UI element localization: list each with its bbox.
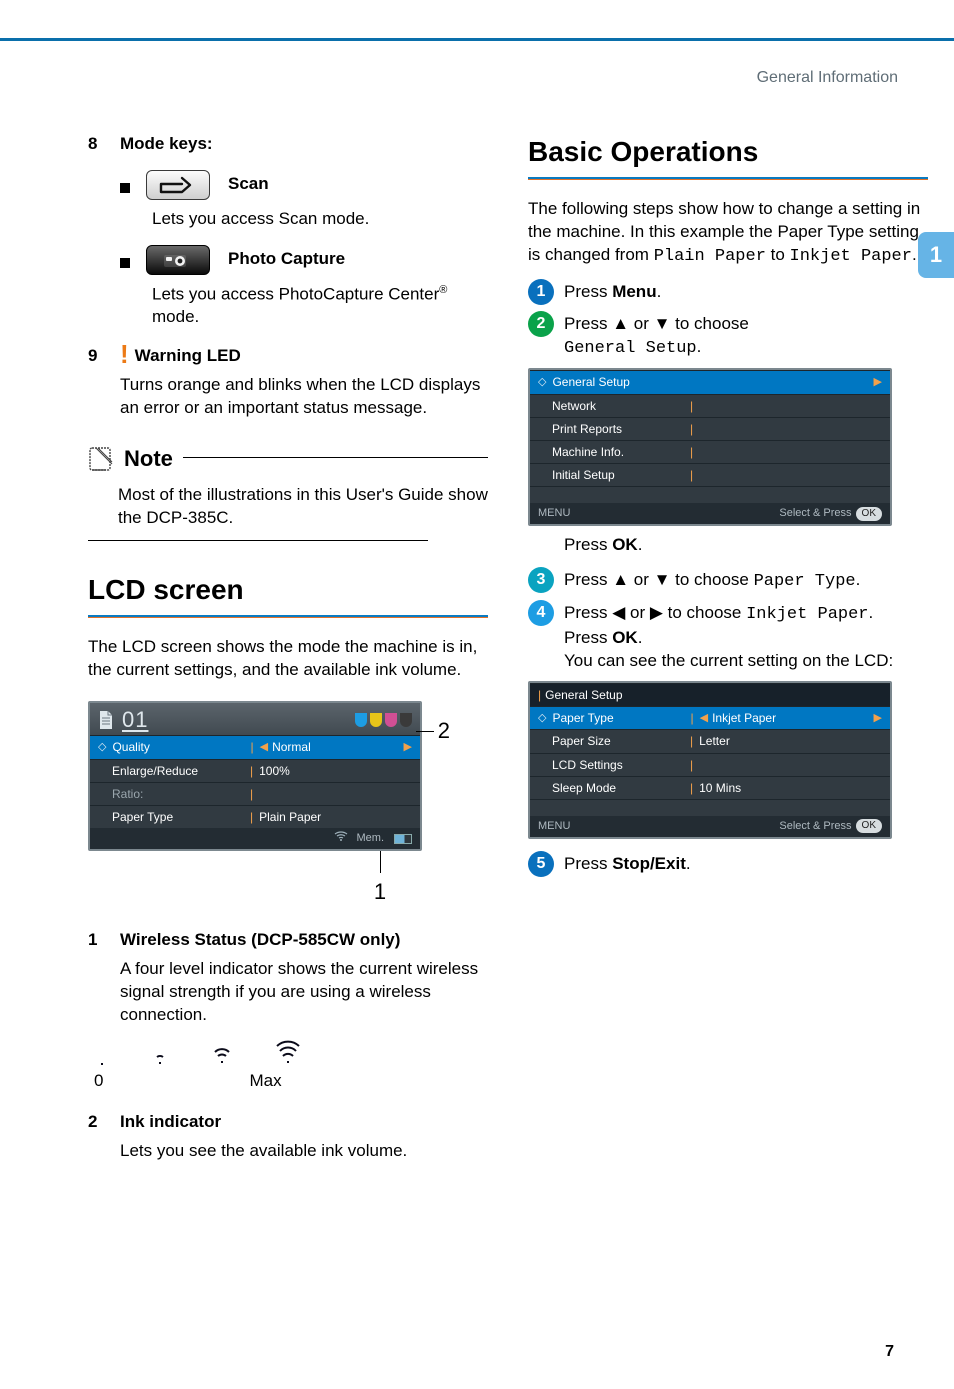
note-icon [88, 446, 114, 472]
lcd2-title: | General Setup [530, 683, 890, 706]
arrow-left-icon: ◀ [612, 603, 625, 622]
basic-ops-intro: The following steps show how to change a… [528, 198, 928, 269]
note-heading: Note [88, 444, 488, 474]
left-column: 8 Mode keys: Scan Lets you access Scan m… [88, 133, 488, 1163]
lcd-row-papertype: Paper Type | Plain Paper [90, 805, 420, 828]
photo-capture-label: Photo Capture [228, 248, 345, 271]
lcd-row-enlarge: Enlarge/Reduce | 100% [90, 759, 420, 782]
step-5: 5 Press Stop/Exit. [528, 851, 928, 877]
lcd-menu-panel-1: ◇ General Setup ▶ Network| Print Reports… [528, 368, 892, 526]
lcd2-row-paper-type: ◇ Paper Type | ◀ Inkjet Paper ▶ [530, 706, 890, 729]
step-1: 1 Press Menu. [528, 279, 928, 305]
sub1-number: 1 [88, 929, 110, 952]
note-text: Most of the illustrations in this User's… [118, 484, 488, 530]
arrow-right-icon: ▶ [404, 740, 412, 755]
page-header: General Information [0, 41, 954, 87]
lcd2-row-lcd-settings: LCD Settings| [530, 753, 890, 776]
step-5-badge: 5 [528, 851, 554, 877]
wifi-level-diagram [88, 1034, 488, 1066]
warning-icon: ! [120, 345, 129, 363]
scan-label: Scan [228, 173, 269, 196]
item8-title: Mode keys: [120, 133, 213, 156]
ok-indicator: OK [856, 819, 882, 833]
lcd-row-network: Network| [530, 394, 890, 417]
lcd-section-title: LCD screen [88, 571, 488, 609]
photo-capture-key-button [146, 245, 210, 275]
sub2-desc: Lets you see the available ink volume. [120, 1140, 488, 1163]
step-2: 2 Press ▲ or ▼ to choose General Setup. [528, 311, 928, 361]
sub1-title: Wireless Status (DCP-585CW only) [120, 929, 400, 952]
wifi-icon [334, 831, 348, 846]
lcd-mem-label: Mem. [357, 831, 385, 846]
callout-2-leader: 2 [416, 716, 450, 746]
arrow-up-icon: ▲ [612, 314, 629, 333]
step-4-badge: 4 [528, 600, 554, 626]
bullet-icon [120, 258, 130, 268]
wifi-scale-min: 0 [94, 1070, 103, 1093]
step-3: 3 Press ▲ or ▼ to choose Paper Type. [528, 567, 928, 594]
updown-icon: ◇ [538, 375, 546, 390]
note-title: Note [124, 444, 173, 474]
updown-icon: ◇ [98, 740, 106, 755]
sub1-heading: 1 Wireless Status (DCP-585CW only) [88, 929, 488, 952]
arrow-left-icon: ◀ [260, 740, 268, 755]
arrow-right-icon: ▶ [650, 603, 663, 622]
ok-indicator: OK [856, 507, 882, 521]
sub2-number: 2 [88, 1111, 110, 1134]
lcd-row-machine-info: Machine Info.| [530, 440, 890, 463]
lcd-row-initial-setup: Initial Setup| [530, 463, 890, 486]
bullet-icon [120, 183, 130, 193]
step-4: 4 Press ◀ or ▶ to choose Inkjet Paper. P… [528, 600, 928, 673]
item9-number: 9 [88, 345, 110, 368]
arrow-up-icon: ▲ [612, 570, 629, 589]
item9-heading: 9 ! Warning LED [88, 345, 488, 368]
wifi-scale-max: Max [249, 1070, 281, 1093]
lcd-copy-panel: 01 ◇ Quality | ◀ Normal [88, 701, 422, 851]
right-column: Basic Operations The following steps sho… [528, 133, 928, 1163]
step2-ok: Press OK. [564, 534, 928, 557]
basic-ops-title: Basic Operations [528, 133, 928, 171]
lcd-row-general-setup: ◇ General Setup ▶ [530, 370, 890, 393]
lcd-foot-menu: MENU [538, 819, 570, 834]
item9-title: Warning LED [135, 345, 241, 368]
scan-key-row: Scan [120, 170, 488, 200]
callout-1-leader: 1 [338, 851, 422, 907]
scan-desc: Lets you access Scan mode. [120, 208, 488, 231]
memory-indicator-icon [394, 834, 412, 844]
lcd2-row-paper-size: Paper Size|Letter [530, 729, 890, 752]
lcd-row-quality: ◇ Quality | ◀ Normal ▶ [90, 735, 420, 758]
arrow-right-icon: ▶ [874, 711, 882, 726]
photo-key-row: Photo Capture [120, 245, 488, 275]
lcd-foot-menu: MENU [538, 506, 570, 521]
sub1-desc: A four level indicator shows the current… [120, 958, 488, 1027]
chapter-tab: 1 [918, 232, 954, 278]
arrow-left-icon: ◀ [700, 711, 708, 726]
scan-key-button [146, 170, 210, 200]
item9-desc: Turns orange and blinks when the LCD dis… [88, 374, 488, 420]
lcd-ink-indicator [355, 713, 412, 727]
arrow-down-icon: ▼ [654, 314, 671, 333]
lcd-section-intro: The LCD screen shows the mode the machin… [88, 636, 488, 682]
step-2-badge: 2 [528, 311, 554, 337]
photo-capture-desc: Lets you access PhotoCapture Center® mod… [120, 283, 488, 330]
document-icon [98, 710, 114, 730]
sub2-title: Ink indicator [120, 1111, 221, 1134]
sub2-heading: 2 Ink indicator [88, 1111, 488, 1134]
lcd-row-print-reports: Print Reports| [530, 417, 890, 440]
lcd-row-ratio: Ratio: | [90, 782, 420, 805]
arrow-down-icon: ▼ [654, 570, 671, 589]
item8-number: 8 [88, 133, 110, 156]
arrow-right-icon: ▶ [874, 375, 882, 390]
page-number: 7 [885, 1343, 894, 1361]
step-1-badge: 1 [528, 279, 554, 305]
updown-icon: ◇ [538, 711, 546, 726]
item8-heading: 8 Mode keys: [88, 133, 488, 156]
lcd2-row-sleep-mode: Sleep Mode|10 Mins [530, 776, 890, 799]
lcd-copies-value: 01 [122, 709, 148, 731]
step-3-badge: 3 [528, 567, 554, 593]
lcd-menu-panel-2: | General Setup ◇ Paper Type | ◀ Inkjet … [528, 681, 892, 839]
